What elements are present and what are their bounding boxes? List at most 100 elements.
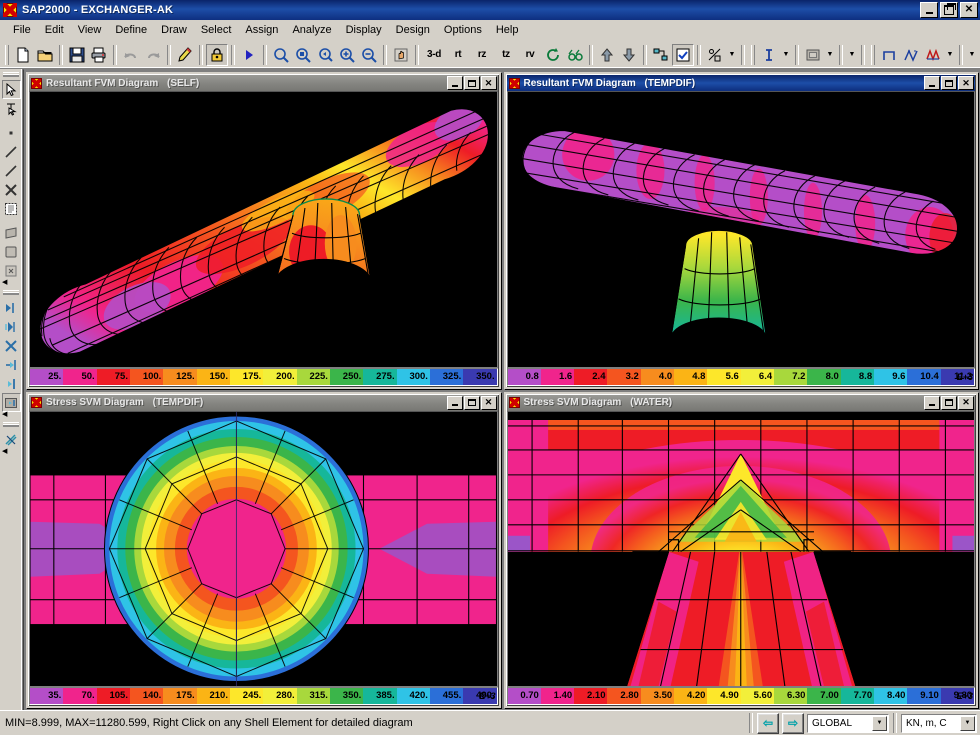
menu-select[interactable]: Select (194, 22, 239, 38)
diagram-canvas-self[interactable] (29, 91, 498, 368)
select-all-icon[interactable] (2, 298, 21, 317)
snap-line-end-icon[interactable] (2, 374, 21, 393)
units-dropdown[interactable]: KN, m, C ▼ (901, 713, 977, 733)
menu-view[interactable]: View (71, 22, 109, 38)
extra-dropdown-arrow-icon[interactable]: ▼ (846, 44, 858, 66)
lock-icon[interactable] (206, 43, 228, 66)
view-3d-icon[interactable]: 3-d (422, 44, 446, 66)
menu-design[interactable]: Design (389, 22, 437, 38)
close-button[interactable]: ✕ (958, 76, 974, 90)
open-file-icon[interactable] (34, 44, 56, 66)
draw-area-icon[interactable] (2, 242, 21, 261)
menu-assign[interactable]: Assign (238, 22, 285, 38)
moment-diagram-icon[interactable] (878, 44, 900, 66)
text-dropdown-arrow-icon[interactable]: ▼ (780, 44, 792, 66)
reshape-element-icon[interactable] (2, 99, 21, 118)
child-title-bar[interactable]: Resultant FVM Diagram (SELF) ✕ (29, 75, 498, 91)
chevron-down-icon[interactable]: ▼ (960, 715, 975, 731)
diagram-canvas-tempdif-svm[interactable] (29, 410, 498, 687)
pointer-select-icon[interactable] (1, 80, 21, 99)
minimize-button[interactable] (446, 76, 463, 90)
deselect-icon[interactable] (2, 355, 21, 374)
zoom-in-icon[interactable] (336, 44, 358, 66)
assign-object-icon[interactable] (650, 44, 672, 66)
perspective-icon[interactable] (564, 44, 586, 66)
child-window-stress-svm-water[interactable]: Stress SVM Diagram (WATER) ✕ 0.70 1.40 2… (503, 391, 978, 708)
rotate-3d-icon[interactable] (542, 44, 564, 66)
minimize-button[interactable] (924, 76, 940, 90)
text-label-icon[interactable] (758, 44, 780, 66)
snap-intersection-icon[interactable] (2, 430, 21, 449)
minimize-button[interactable] (924, 395, 940, 410)
maximize-button[interactable] (941, 395, 957, 410)
draw-rectangular-area-icon[interactable] (2, 199, 21, 218)
zoom-previous-icon[interactable] (314, 44, 336, 66)
close-button[interactable]: ✕ (958, 395, 974, 410)
view-tz-icon[interactable]: tz (494, 44, 518, 66)
coordinate-system-dropdown[interactable]: GLOBAL ▼ (807, 713, 889, 733)
snap-grid-icon[interactable] (1, 393, 21, 412)
diagram-canvas-tempdif-fvm[interactable] (506, 91, 975, 368)
child-title-bar[interactable]: Resultant FVM Diagram (TEMPDIF) ✕ (506, 75, 975, 91)
diagram-extra-arrow-icon[interactable]: ▼ (966, 44, 978, 66)
move-up-icon[interactable] (596, 44, 618, 66)
menu-draw[interactable]: Draw (154, 22, 194, 38)
zoom-window-icon[interactable] (270, 44, 292, 66)
draw-special-joint-icon[interactable] (2, 180, 21, 199)
undo-icon[interactable] (120, 44, 142, 66)
menu-analyze[interactable]: Analyze (285, 22, 338, 38)
maximize-button[interactable] (941, 76, 957, 90)
save-icon[interactable] (66, 44, 88, 66)
select-previous-icon[interactable] (2, 317, 21, 336)
restore-button[interactable] (940, 2, 958, 18)
toolbar-grip[interactable] (5, 44, 9, 65)
child-window-resultant-fvm-tempdif[interactable]: Resultant FVM Diagram (TEMPDIF) ✕ 0.8 1.… (503, 72, 978, 389)
child-title-bar[interactable]: Stress SVM Diagram (WATER) ✕ (506, 394, 975, 411)
shell-dropdown-arrow-icon[interactable]: ▼ (824, 44, 836, 66)
minimize-button[interactable] (920, 2, 938, 18)
axial-diagram-icon[interactable] (922, 44, 944, 66)
shear-diagram-icon[interactable] (900, 44, 922, 66)
percent-scale-icon[interactable] (704, 44, 726, 66)
percent-dropdown-arrow-icon[interactable]: ▼ (726, 44, 738, 66)
draw-section-cut-icon[interactable] (2, 261, 21, 280)
menu-display[interactable]: Display (339, 22, 389, 38)
close-button[interactable]: ✕ (480, 395, 497, 410)
menu-edit[interactable]: Edit (38, 22, 71, 38)
view-rt-icon[interactable]: rt (446, 44, 470, 66)
shell-display-icon[interactable] (802, 44, 824, 66)
run-analysis-icon[interactable] (238, 44, 260, 66)
draw-toolbar-more-icon[interactable]: ◀ (2, 448, 7, 457)
minimize-button[interactable] (446, 395, 463, 410)
next-view-button[interactable]: ⇨ (782, 712, 804, 734)
move-down-icon[interactable] (618, 44, 640, 66)
maximize-button[interactable] (463, 395, 480, 410)
draw-frame-icon[interactable] (2, 142, 21, 161)
draw-point-icon[interactable] (2, 123, 21, 142)
child-window-stress-svm-tempdif[interactable]: Stress SVM Diagram (TEMPDIF) ✕ 35. 70. 1… (26, 391, 501, 708)
zoom-full-icon[interactable] (292, 44, 314, 66)
edit-pencil-icon[interactable] (174, 44, 196, 66)
select-all-icon[interactable] (672, 43, 694, 66)
diagram-canvas-water-svm[interactable] (506, 410, 975, 687)
menu-define[interactable]: Define (108, 22, 154, 38)
close-button[interactable]: ✕ (480, 76, 497, 90)
menu-file[interactable]: File (6, 22, 38, 38)
draw-line-icon[interactable] (2, 161, 21, 180)
child-window-resultant-fvm-self[interactable]: Resultant FVM Diagram (SELF) ✕ 25. 50. 7… (26, 72, 501, 389)
child-title-bar[interactable]: Stress SVM Diagram (TEMPDIF) ✕ (29, 394, 498, 411)
toolbar-grip[interactable] (751, 44, 755, 65)
redo-icon[interactable] (142, 44, 164, 66)
diagram-dropdown-arrow-icon[interactable]: ▼ (944, 44, 956, 66)
pan-icon[interactable] (390, 44, 412, 66)
maximize-button[interactable] (463, 76, 480, 90)
print-icon[interactable] (88, 44, 110, 66)
close-button[interactable]: ✕ (960, 2, 978, 18)
snap-toolbar-more-icon[interactable]: ◀ (2, 411, 7, 420)
view-rv-icon[interactable]: rv (518, 44, 542, 66)
toolbar-grip[interactable] (871, 44, 875, 65)
draw-quad-area-icon[interactable] (2, 223, 21, 242)
side-toolbar-grip[interactable] (3, 422, 19, 427)
zoom-out-icon[interactable] (358, 44, 380, 66)
side-toolbar-grip[interactable] (3, 72, 19, 77)
